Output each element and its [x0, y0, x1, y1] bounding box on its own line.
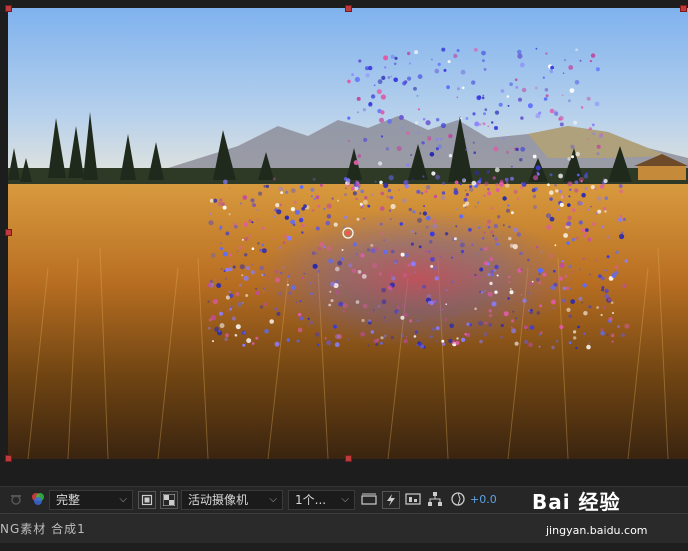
transform-handle[interactable] [5, 229, 12, 236]
timeline-icon[interactable] [404, 491, 422, 511]
panel-footer [0, 543, 688, 551]
watermark-logo: Bai 经验 [532, 490, 621, 514]
watermark-url: jingyan.baidu.com [546, 524, 648, 537]
flowchart-icon[interactable] [426, 491, 444, 511]
transform-handle[interactable] [345, 455, 352, 462]
fast-preview-icon[interactable] [382, 491, 400, 509]
exposure-icon[interactable] [450, 491, 466, 511]
composition-canvas[interactable] [8, 8, 688, 459]
exposure-value[interactable]: +0.0 [470, 490, 500, 510]
snapshot-icon[interactable] [8, 491, 24, 511]
color-channels-icon[interactable] [30, 491, 46, 511]
transform-handle[interactable] [345, 5, 352, 12]
transform-handle[interactable] [680, 5, 687, 12]
views-value: 1个... [295, 493, 327, 507]
transparency-grid-icon[interactable] [160, 491, 178, 509]
scene-image [8, 8, 688, 459]
transform-handle[interactable] [5, 455, 12, 462]
composition-viewer[interactable] [0, 0, 688, 486]
chevron-down-icon: ⌵ [341, 494, 349, 505]
chevron-down-icon: ⌵ [119, 494, 127, 505]
camera-dropdown[interactable]: 活动摄像机 ⌵ [181, 490, 283, 510]
resolution-dropdown[interactable]: 完整 ⌵ [49, 490, 133, 510]
watermark: Bai 经验 jingyan.baidu.com [526, 480, 650, 540]
resolution-value: 完整 [56, 493, 81, 507]
chevron-down-icon: ⌵ [269, 494, 277, 505]
composition-tab[interactable]: NG素材 合成1 [0, 520, 86, 537]
views-dropdown[interactable]: 1个... ⌵ [288, 490, 355, 510]
transform-handle[interactable] [5, 5, 12, 12]
toggle-view-icon[interactable] [360, 491, 378, 511]
region-of-interest-icon[interactable] [138, 491, 156, 509]
camera-value: 活动摄像机 [188, 493, 249, 507]
